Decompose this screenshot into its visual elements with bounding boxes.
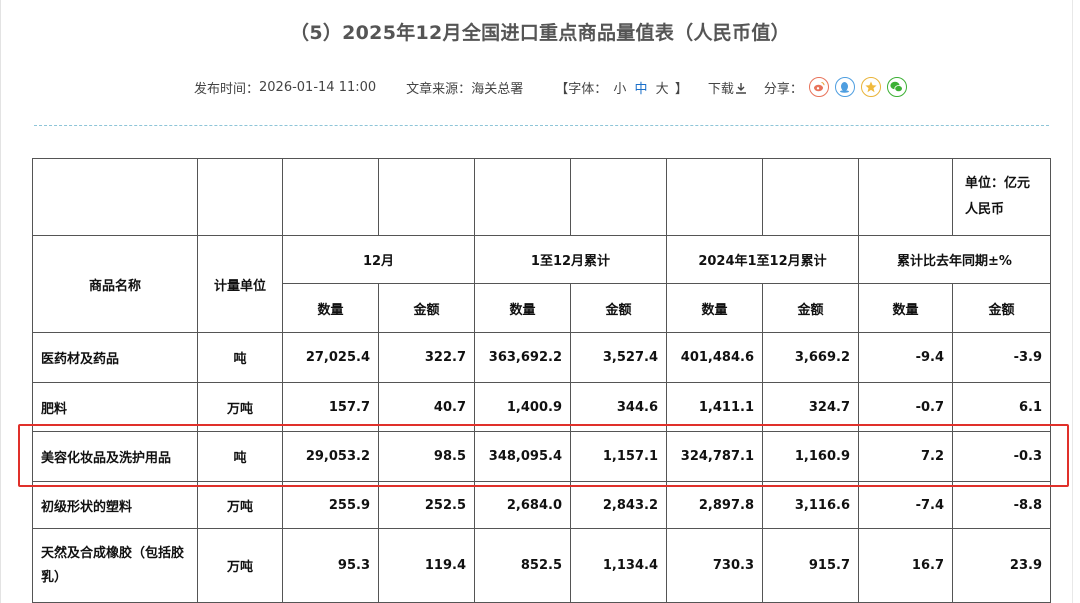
- row-unit: 万吨: [197, 382, 283, 432]
- row-month-qty: 95.3: [282, 528, 379, 603]
- row-prev-amt: 1,160.9: [762, 431, 859, 482]
- publish-time-label: 发布时间：: [194, 81, 260, 97]
- row-month-amt: 40.7: [378, 382, 475, 432]
- table-row-highlighted: 美容化妆品及洗护用品 吨 29,053.2 98.5 348,095.4 1,1…: [32, 431, 1051, 482]
- header-group-prev-year: 2024年1至12月累计: [666, 235, 859, 284]
- qzone-icon[interactable]: [860, 77, 881, 97]
- row-cum-amt: 1,157.1: [570, 431, 667, 482]
- qq-icon[interactable]: [834, 77, 855, 97]
- share-icons: [808, 77, 907, 97]
- row-cum-qty: 1,400.9: [474, 382, 571, 432]
- font-size-small[interactable]: 小: [613, 82, 626, 97]
- subheader-qty: 数量: [474, 283, 571, 333]
- table-top-row: 单位：亿元人民币: [32, 158, 1051, 236]
- row-unit: 万吨: [197, 481, 283, 529]
- row-month-qty: 255.9: [282, 481, 379, 529]
- row-prev-amt: 3,669.2: [762, 332, 859, 383]
- table-header-row: 商品名称 计量单位 12月 1至12月累计 2024年1至12月累计 累计比去年…: [32, 235, 1051, 333]
- subheader-qty: 数量: [858, 283, 953, 333]
- row-prev-amt: 3,116.6: [762, 481, 859, 529]
- header-group-month: 12月: [282, 235, 475, 284]
- row-unit: 万吨: [197, 528, 283, 603]
- row-prev-qty: 2,897.8: [666, 481, 763, 529]
- row-month-qty: 27,025.4: [282, 332, 379, 383]
- header-commodity-name: 商品名称: [32, 235, 198, 333]
- row-prev-amt: 915.7: [762, 528, 859, 603]
- header-group-yoy: 累计比去年同期±%: [858, 235, 1051, 284]
- row-cum-qty: 348,095.4: [474, 431, 571, 482]
- subheader-amt: 金额: [378, 283, 475, 333]
- row-month-amt: 322.7: [378, 332, 475, 383]
- row-commodity-name: 初级形状的塑料: [32, 481, 198, 529]
- row-prev-qty: 1,411.1: [666, 382, 763, 432]
- row-cum-amt: 344.6: [570, 382, 667, 432]
- row-yoy-amt: 23.9: [952, 528, 1051, 603]
- row-commodity-name: 美容化妆品及洗护用品: [32, 431, 198, 482]
- row-yoy-qty: -0.7: [858, 382, 953, 432]
- page-title: （5）2025年12月全国进口重点商品量值表（人民币值）: [290, 22, 790, 44]
- download-icon: [735, 82, 746, 94]
- share-label: 分享：: [763, 81, 803, 97]
- row-cum-qty: 852.5: [474, 528, 571, 603]
- subheader-qty: 数量: [282, 283, 379, 333]
- table-row: 天然及合成橡胶（包括胶乳） 万吨 95.3 119.4 852.5 1,134.…: [32, 528, 1051, 603]
- row-prev-qty: 730.3: [666, 528, 763, 603]
- row-unit: 吨: [197, 332, 283, 383]
- row-prev-amt: 324.7: [762, 382, 859, 432]
- table-row: 医药材及药品 吨 27,025.4 322.7 363,692.2 3,527.…: [32, 332, 1051, 383]
- header-unit: 计量单位: [197, 235, 283, 333]
- subheader-amt: 金额: [762, 283, 859, 333]
- unit-note: 单位：亿元人民币: [952, 158, 1051, 236]
- subheader-amt: 金额: [952, 283, 1051, 333]
- row-yoy-amt: -8.8: [952, 481, 1051, 529]
- page-right-border: [1072, 0, 1073, 603]
- row-commodity-name: 肥料: [32, 382, 198, 432]
- row-cum-qty: 2,684.0: [474, 481, 571, 529]
- table-row: 初级形状的塑料 万吨 255.9 252.5 2,684.0 2,843.2 2…: [32, 481, 1051, 529]
- publish-time: 2026-01-14 11:00: [259, 79, 377, 95]
- row-cum-amt: 3,527.4: [570, 332, 667, 383]
- row-cum-amt: 2,843.2: [570, 481, 667, 529]
- row-month-amt: 98.5: [378, 431, 475, 482]
- row-cum-qty: 363,692.2: [474, 332, 571, 383]
- weibo-icon[interactable]: [808, 77, 829, 97]
- row-month-amt: 252.5: [378, 481, 475, 529]
- row-yoy-amt: 6.1: [952, 382, 1051, 432]
- row-prev-qty: 401,484.6: [666, 332, 763, 383]
- row-unit: 吨: [197, 431, 283, 482]
- subheader-qty: 数量: [666, 283, 763, 333]
- row-month-amt: 119.4: [378, 528, 475, 603]
- dashed-divider: [34, 125, 1049, 126]
- row-commodity-name: 医药材及药品: [32, 332, 198, 383]
- import-data-table: 单位：亿元人民币 商品名称 计量单位 12月 1至12月累计 2024年1至12…: [32, 158, 1051, 603]
- row-month-qty: 157.7: [282, 382, 379, 432]
- row-yoy-qty: -7.4: [858, 481, 953, 529]
- source-label: 文章来源：: [406, 81, 472, 97]
- source-value: 海关总署: [471, 81, 524, 97]
- download-link[interactable]: 下载: [708, 78, 746, 97]
- row-yoy-amt: -3.9: [952, 332, 1051, 383]
- page-left-border: [0, 0, 1, 603]
- row-commodity-name: 天然及合成橡胶（包括胶乳）: [32, 528, 198, 603]
- download-label: 下载: [707, 81, 734, 97]
- table-row: 肥料 万吨 157.7 40.7 1,400.9 344.6 1,411.1 3…: [32, 382, 1051, 432]
- row-month-qty: 29,053.2: [282, 431, 379, 482]
- article-meta-bar: 发布时间： 2026-01-14 11:00 文章来源： 海关总署 【字体： 小…: [194, 77, 907, 97]
- row-yoy-qty: -9.4: [858, 332, 953, 383]
- font-size-switcher: 【字体： 小 中 大 】: [555, 81, 688, 97]
- row-cum-amt: 1,134.4: [570, 528, 667, 603]
- header-group-cumulative: 1至12月累计: [474, 235, 667, 284]
- subheader-amt: 金额: [570, 283, 667, 333]
- wechat-icon[interactable]: [886, 77, 907, 97]
- row-yoy-qty: 16.7: [858, 528, 953, 603]
- row-yoy-amt: -0.3: [952, 431, 1051, 482]
- font-size-medium[interactable]: 中: [635, 82, 648, 97]
- row-yoy-qty: 7.2: [858, 431, 953, 482]
- row-prev-qty: 324,787.1: [666, 431, 763, 482]
- font-size-large[interactable]: 大: [656, 82, 669, 97]
